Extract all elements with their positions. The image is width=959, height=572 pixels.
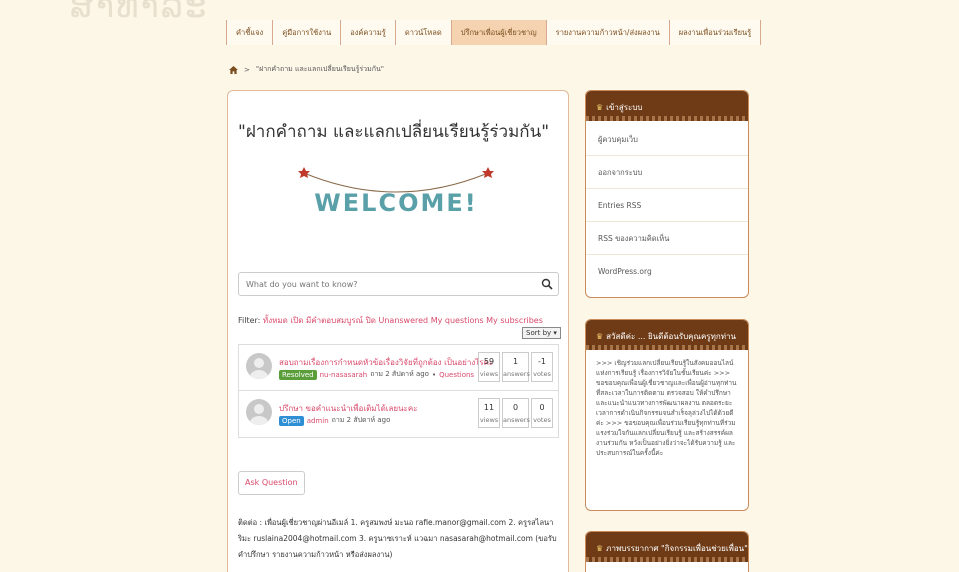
meta-bullet: •	[431, 370, 437, 379]
question-meta: Resolved nu-nasasarah ถาม 2 สัปดาห์ ago …	[279, 369, 474, 380]
sidebar-link-comments-rss[interactable]: RSS ของความคิดเห็น	[586, 222, 748, 255]
crown-icon: ♛	[596, 103, 604, 112]
question-time: ถาม 2 สัปดาห์ ago	[331, 416, 391, 424]
home-icon[interactable]	[229, 65, 238, 74]
question-category[interactable]: Questions	[439, 371, 474, 379]
avatar	[246, 353, 272, 379]
question-search	[238, 272, 559, 296]
search-icon[interactable]	[541, 278, 553, 290]
nav-item-about[interactable]: คำชี้แจง	[226, 20, 274, 45]
sidebar-link-wordpress[interactable]: WordPress.org	[586, 255, 748, 288]
crown-icon: ♛	[596, 544, 604, 553]
filter-closed[interactable]: ปิด	[366, 316, 376, 325]
question-stats: 11 views 0 answers 0 votes	[478, 398, 553, 428]
widget-header: ♛ ภาพบรรยากาศ "กิจกรรมเพื่อนช่วยเพื่อน"	[586, 532, 748, 562]
question-time: ถาม 2 สัปดาห์ ago	[370, 370, 429, 378]
contact-info: ติดต่อ : เพื่อนผู้เชี่ยวชาญผ่านอีเมล์ 1.…	[238, 518, 557, 559]
nav-item-consult[interactable]: ปรึกษาเพื่อนผู้เชี่ยวชาญ	[451, 20, 547, 45]
answers-label: answers	[503, 416, 530, 424]
status-badge: Open	[279, 415, 304, 426]
widget-header: ♛ เข้าสู่ระบบ	[586, 91, 748, 121]
question-title[interactable]: สอบถามเรื่องการกำหนดหัวข้อเรื่องวิจัยที่…	[279, 356, 493, 369]
sort-label: Sort by	[526, 329, 552, 337]
widget-title: ภาพบรรยากาศ "กิจกรรมเพื่อนช่วยเพื่อน"	[606, 544, 748, 553]
search-input[interactable]	[239, 273, 529, 295]
question-title[interactable]: ปรึกษา ขอคำแนะนำเพื่อเติมได้เลยนะคะ	[279, 402, 418, 415]
answers-label: answers	[503, 370, 530, 378]
votes-count: 0 votes	[531, 398, 553, 428]
widget-title: สวัสดีค่ะ ... ยินดีต้อนรับคุณครูทุกท่าน	[606, 332, 736, 341]
question-row: สอบถามเรื่องการกำหนดหัวข้อเรื่องวิจัยที่…	[239, 345, 558, 391]
answers-value: 0	[512, 403, 519, 412]
avatar	[246, 399, 272, 425]
sidebar-login-widget: ♛ เข้าสู่ระบบ ผู้ควบคุมเว็บ ออกจากระบบ En…	[585, 90, 749, 298]
widget-header: ♛ สวัสดีค่ะ ... ยินดีต้อนรับคุณครูทุกท่าน	[586, 320, 748, 350]
votes-value: -1	[538, 357, 546, 366]
question-author[interactable]: admin	[307, 417, 329, 425]
filter-my-subscribes[interactable]: My subscribes	[486, 316, 543, 325]
nav-item-progress[interactable]: รายงานความก้าวหน้า/ส่งผลงาน	[547, 20, 670, 45]
widget-text: >>> เชิญร่วมแลกเปลี่ยนเรียนรู้ในสังคมออน…	[596, 359, 737, 457]
votes-count: -1 votes	[531, 352, 553, 382]
views-count: 59 views	[478, 352, 500, 382]
question-meta: Open admin ถาม 2 สัปดาห์ ago	[279, 415, 390, 426]
filter-label: Filter:	[238, 316, 261, 325]
filter-unanswered[interactable]: Unanswered	[378, 316, 428, 325]
views-value: 59	[483, 357, 495, 366]
sidebar-link-admin[interactable]: ผู้ควบคุมเว็บ	[586, 123, 748, 156]
filter-open[interactable]: เปิด	[290, 316, 303, 325]
nav-item-manual[interactable]: คู่มือการใช้งาน	[273, 20, 342, 45]
filter-resolved[interactable]: มีคำตอบสมบูรณ์	[306, 316, 363, 325]
sidebar-link-logout[interactable]: ออกจากระบบ	[586, 156, 748, 189]
widget-title: เข้าสู่ระบบ	[606, 103, 643, 112]
status-badge: Resolved	[279, 369, 317, 380]
filter-bar: Filter: ทั้งหมด เปิด มีคำตอบสมบูรณ์ ปิด …	[238, 314, 543, 327]
main-nav: คำชี้แจง คู่มือการใช้งาน องค์ความรู้ ดาว…	[226, 20, 762, 45]
chevron-down-icon: ▾	[553, 329, 557, 337]
main-content: "ฝากคำถาม และแลกเปลี่ยนเรียนรู้ร่วมกัน" …	[227, 90, 569, 572]
views-value: 11	[483, 403, 495, 412]
filter-my-questions[interactable]: My questions	[431, 316, 484, 325]
question-author[interactable]: nu-nasasarah	[320, 371, 368, 379]
crown-icon: ♛	[596, 332, 604, 341]
nav-item-works[interactable]: ผลงานเพื่อนร่วมเรียนรู้	[670, 20, 762, 45]
ask-question-button[interactable]: Ask Question	[238, 471, 305, 495]
sidebar-link-entries-rss[interactable]: Entries RSS	[586, 189, 748, 222]
votes-label: votes	[533, 416, 551, 424]
breadcrumb: > "ฝากคำถาม และแลกเปลี่ยนเรียนรู้ร่วมกัน…	[229, 64, 384, 75]
breadcrumb-separator: >	[244, 65, 250, 74]
question-row: ปรึกษา ขอคำแนะนำเพื่อเติมได้เลยนะคะ Open…	[239, 391, 558, 437]
question-stats: 59 views 1 answers -1 votes	[478, 352, 553, 382]
answers-value: 1	[512, 357, 519, 366]
views-label: views	[479, 416, 499, 424]
views-count: 11 views	[478, 398, 500, 428]
filter-all[interactable]: ทั้งหมด	[263, 316, 288, 325]
votes-value: 0	[539, 403, 545, 412]
header-watermark: ສາທາລະ	[70, 0, 209, 26]
nav-item-knowledge[interactable]: องค์ความรู้	[341, 20, 396, 45]
welcome-text: WELCOME!	[314, 189, 477, 217]
sidebar-welcome-widget: ♛ สวัสดีค่ะ ... ยินดีต้อนรับคุณครูทุกท่าน…	[585, 319, 749, 511]
votes-label: votes	[533, 370, 551, 378]
answers-count: 0 answers	[502, 398, 530, 428]
sidebar-gallery-widget: ♛ ภาพบรรยากาศ "กิจกรรมเพื่อนช่วยเพื่อน"	[585, 531, 749, 572]
question-list: สอบถามเรื่องการกำหนดหัวข้อเรื่องวิจัยที่…	[238, 344, 559, 438]
breadcrumb-current: "ฝากคำถาม และแลกเปลี่ยนเรียนรู้ร่วมกัน"	[255, 65, 384, 73]
answers-count: 1 answers	[502, 352, 530, 382]
welcome-banner: WELCOME!	[298, 167, 494, 217]
sort-dropdown[interactable]: Sort by ▾	[522, 327, 561, 339]
views-label: views	[479, 370, 499, 378]
nav-item-download[interactable]: ดาวน์โหลด	[396, 20, 452, 45]
page-title: "ฝากคำถาม และแลกเปลี่ยนเรียนรู้ร่วมกัน"	[238, 122, 550, 142]
